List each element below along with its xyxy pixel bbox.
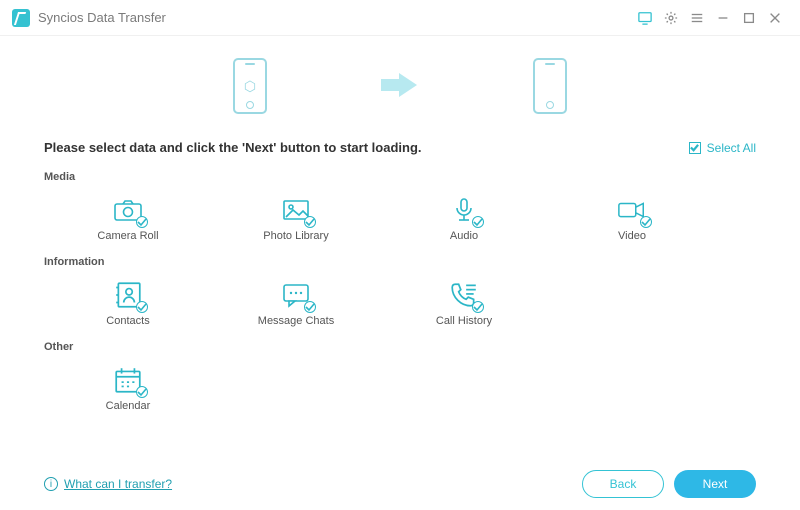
photo-icon [212, 193, 380, 227]
item-calendar[interactable]: Calendar [44, 359, 212, 416]
help-link[interactable]: i What can I transfer? [44, 477, 172, 491]
select-all-label: Select All [707, 141, 756, 155]
item-audio[interactable]: Audio [380, 189, 548, 246]
instruction-text: Please select data and click the 'Next' … [44, 140, 689, 155]
app-logo-icon [12, 9, 30, 27]
source-device-android-icon: ⬡ [233, 58, 267, 114]
transfer-arrow-icon [377, 70, 423, 103]
item-message-chats[interactable]: Message Chats [212, 274, 380, 331]
item-label: Camera Roll [44, 230, 212, 242]
item-camera-roll[interactable]: Camera Roll [44, 189, 212, 246]
item-label: Photo Library [212, 230, 380, 242]
maximize-icon[interactable] [736, 5, 762, 31]
target-device-apple-icon [533, 58, 567, 114]
menu-icon[interactable] [684, 5, 710, 31]
item-label: Message Chats [212, 315, 380, 327]
titlebar: Syncios Data Transfer [0, 0, 800, 36]
group-title-other: Other [44, 341, 756, 353]
item-label: Video [548, 230, 716, 242]
item-label: Calendar [44, 400, 212, 412]
footer: i What can I transfer? Back Next [0, 458, 800, 510]
calendar-icon [44, 363, 212, 397]
device-row: ⬡ [0, 36, 800, 136]
phone-icon [380, 278, 548, 312]
item-photo-library[interactable]: Photo Library [212, 189, 380, 246]
gear-icon[interactable] [658, 5, 684, 31]
group-title-information: Information [44, 256, 756, 268]
close-icon[interactable] [762, 5, 788, 31]
info-icon: i [44, 477, 58, 491]
group-title-media: Media [44, 171, 756, 183]
item-call-history[interactable]: Call History [380, 274, 548, 331]
video-icon [548, 193, 716, 227]
help-link-label: What can I transfer? [64, 477, 172, 491]
message-icon [212, 278, 380, 312]
select-all-checkbox[interactable]: Select All [689, 141, 756, 155]
back-button[interactable]: Back [582, 470, 664, 498]
group-other: Calendar [44, 359, 756, 416]
item-label: Contacts [44, 315, 212, 327]
minimize-icon[interactable] [710, 5, 736, 31]
contacts-icon [44, 278, 212, 312]
item-contacts[interactable]: Contacts [44, 274, 212, 331]
group-media: Camera Roll Photo Library Audio Video [44, 189, 756, 246]
next-button[interactable]: Next [674, 470, 756, 498]
audio-icon [380, 193, 548, 227]
camera-icon [44, 193, 212, 227]
check-icon [689, 142, 701, 154]
item-label: Call History [380, 315, 548, 327]
item-label: Audio [380, 230, 548, 242]
item-video[interactable]: Video [548, 189, 716, 246]
content-area: Media Camera Roll Photo Library Audio Vi… [0, 155, 800, 416]
section-bar: Please select data and click the 'Next' … [0, 140, 800, 155]
app-title: Syncios Data Transfer [38, 10, 166, 25]
group-information: Contacts Message Chats Call History [44, 274, 756, 331]
screen-icon[interactable] [632, 5, 658, 31]
